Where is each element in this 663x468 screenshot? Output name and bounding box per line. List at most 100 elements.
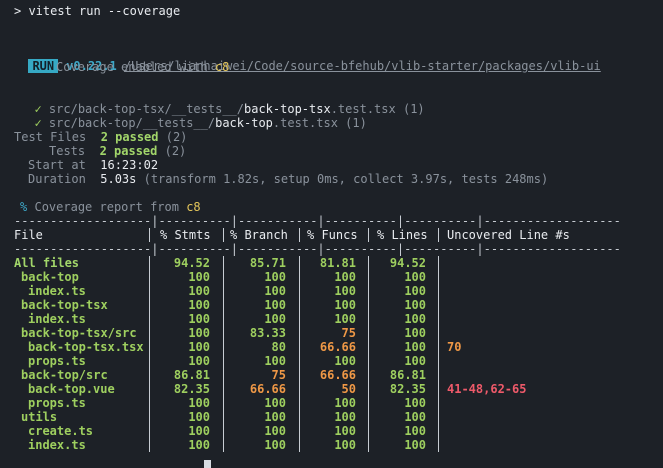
row-file: props.ts [28, 396, 86, 410]
column-separator [223, 228, 224, 242]
row-file: utils [21, 410, 58, 424]
column-separator [299, 312, 300, 326]
column-separator [299, 354, 300, 368]
row-uncovered-lines: 41-48,62-65 [447, 382, 527, 396]
column-separator [299, 368, 300, 382]
row-lines: 100 [404, 340, 426, 354]
column-separator [149, 228, 150, 242]
column-separator [223, 312, 224, 326]
coverage-enabled-line: Coverage enabled with c8 [56, 60, 229, 74]
row-stmts: 100 [188, 326, 210, 340]
column-separator [438, 368, 439, 382]
column-separator [368, 228, 369, 242]
test-file-count: (1) [402, 102, 425, 116]
column-separator [299, 228, 300, 242]
column-separator [223, 284, 224, 298]
run-badge: RUN [28, 59, 59, 73]
column-separator [223, 424, 224, 438]
row-branch: 100 [264, 298, 286, 312]
duration-value: 5.03s [100, 172, 137, 186]
column-separator [149, 326, 150, 340]
column-separator [368, 368, 369, 382]
row-branch: 100 [264, 312, 286, 326]
column-separator [299, 256, 300, 270]
column-separator [299, 424, 300, 438]
column-header: Uncovered Line #s [447, 228, 570, 242]
row-stmts: 100 [188, 284, 210, 298]
row-lines: 86.81 [389, 368, 426, 382]
column-separator [299, 284, 300, 298]
test-file-name: back-top [215, 116, 273, 130]
run-line: RUN v0.22.1 /Users/lianhaiwei/Code/source… [14, 45, 601, 73]
column-separator [223, 368, 224, 382]
column-separator [368, 284, 369, 298]
column-separator [438, 326, 439, 340]
column-separator [299, 438, 300, 452]
coverage-report-tool: c8 [186, 200, 201, 214]
column-separator [368, 326, 369, 340]
row-file: back-top-tsx [21, 298, 108, 312]
row-stmts: 86.81 [173, 368, 210, 382]
row-funcs: 75 [341, 326, 356, 340]
column-separator [299, 326, 300, 340]
column-separator [149, 396, 150, 410]
test-file-count: (1) [345, 116, 367, 130]
row-stmts: 82.35 [173, 382, 210, 396]
row-lines: 100 [404, 396, 426, 410]
column-separator [299, 382, 300, 396]
terminal-cursor [204, 459, 211, 468]
summary-tests: Tests 2 passed (2) [49, 144, 186, 158]
column-separator [149, 270, 150, 284]
column-separator [368, 298, 369, 312]
test-file-dir: src/back-top/__tests__/ [48, 116, 216, 130]
table-row: props.ts 100 100 100 100 [14, 396, 614, 410]
row-file: back-top.vue [28, 382, 115, 396]
row-file: back-top-tsx/src [21, 326, 137, 340]
column-separator [149, 298, 150, 312]
row-file: back-top/src [21, 368, 108, 382]
column-separator [223, 354, 224, 368]
check-icon: ✓ [34, 116, 42, 130]
column-separator [438, 270, 439, 284]
row-funcs: 100 [334, 270, 356, 284]
column-header: File [14, 228, 43, 242]
row-lines: 100 [404, 438, 426, 452]
row-lines: 100 [404, 312, 426, 326]
column-separator [368, 312, 369, 326]
column-separator [223, 410, 224, 424]
column-separator [149, 340, 150, 354]
row-funcs: 100 [334, 424, 356, 438]
table-row: back-top-tsx/src 100 83.33 75 100 [14, 326, 614, 340]
row-stmts: 100 [188, 298, 210, 312]
column-header: % Stmts [160, 228, 211, 242]
test-file-ext: .test.tsx [272, 116, 338, 130]
column-separator [299, 340, 300, 354]
row-stmts: 94.52 [173, 256, 210, 270]
column-separator [438, 312, 439, 326]
duration-label: Duration [28, 172, 86, 186]
bottom-prompt [14, 458, 211, 468]
column-separator [299, 396, 300, 410]
row-file: index.ts [28, 312, 86, 326]
table-header-row: File % Stmts % Branch % Funcs % Lines Uncover… [14, 228, 614, 242]
row-funcs: 100 [334, 298, 356, 312]
row-file: back-top-tsx.tsx [28, 340, 144, 354]
column-separator [438, 354, 439, 368]
row-file: props.ts [28, 354, 86, 368]
coverage-tool: c8 [214, 60, 230, 74]
row-funcs: 66.66 [319, 340, 356, 354]
row-branch: 85.71 [249, 256, 286, 270]
column-separator [368, 410, 369, 424]
summary-start: Start at 16:23:02 [28, 158, 158, 172]
row-funcs: 66.66 [319, 368, 356, 382]
column-separator [149, 284, 150, 298]
table-row: index.ts 100 100 100 100 [14, 284, 614, 298]
row-branch: 100 [264, 396, 286, 410]
row-branch: 100 [264, 438, 286, 452]
row-lines: 94.52 [389, 256, 426, 270]
command-prompt: > vitest run --coverage [14, 4, 181, 18]
row-lines: 82.35 [389, 382, 426, 396]
row-funcs: 100 [334, 396, 356, 410]
column-separator [438, 424, 439, 438]
row-file: back-top [21, 270, 79, 284]
